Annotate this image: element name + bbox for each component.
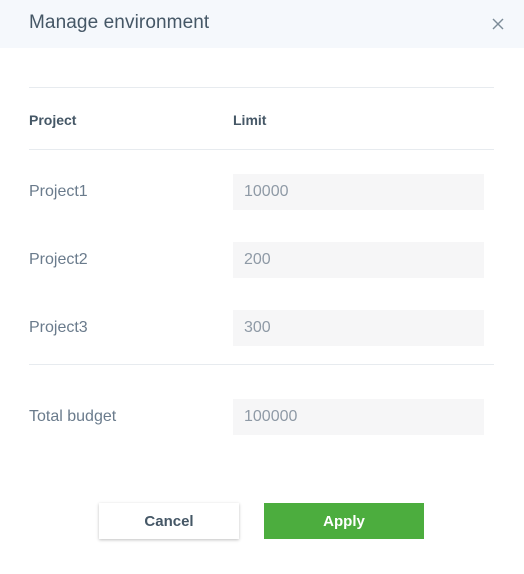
total-budget-input[interactable] — [233, 399, 484, 435]
dialog-title: Manage environment — [29, 12, 210, 33]
column-header-limit: Limit — [233, 112, 267, 128]
manage-environment-dialog: Manage environment Project Limit Project… — [0, 0, 524, 574]
dialog-header: Manage environment — [0, 0, 524, 48]
limit-input-project1[interactable] — [233, 174, 484, 210]
apply-button[interactable]: Apply — [264, 503, 424, 539]
close-icon[interactable] — [488, 14, 508, 34]
divider — [29, 87, 494, 88]
project-name: Project3 — [29, 319, 88, 336]
column-header-project: Project — [29, 112, 77, 128]
project-name: Project2 — [29, 251, 88, 268]
project-name: Project1 — [29, 183, 88, 200]
limit-input-project3[interactable] — [233, 310, 484, 346]
cancel-button[interactable]: Cancel — [99, 503, 239, 539]
divider — [29, 149, 494, 150]
limit-input-project2[interactable] — [233, 242, 484, 278]
divider — [29, 364, 494, 365]
total-budget-label: Total budget — [29, 408, 117, 425]
